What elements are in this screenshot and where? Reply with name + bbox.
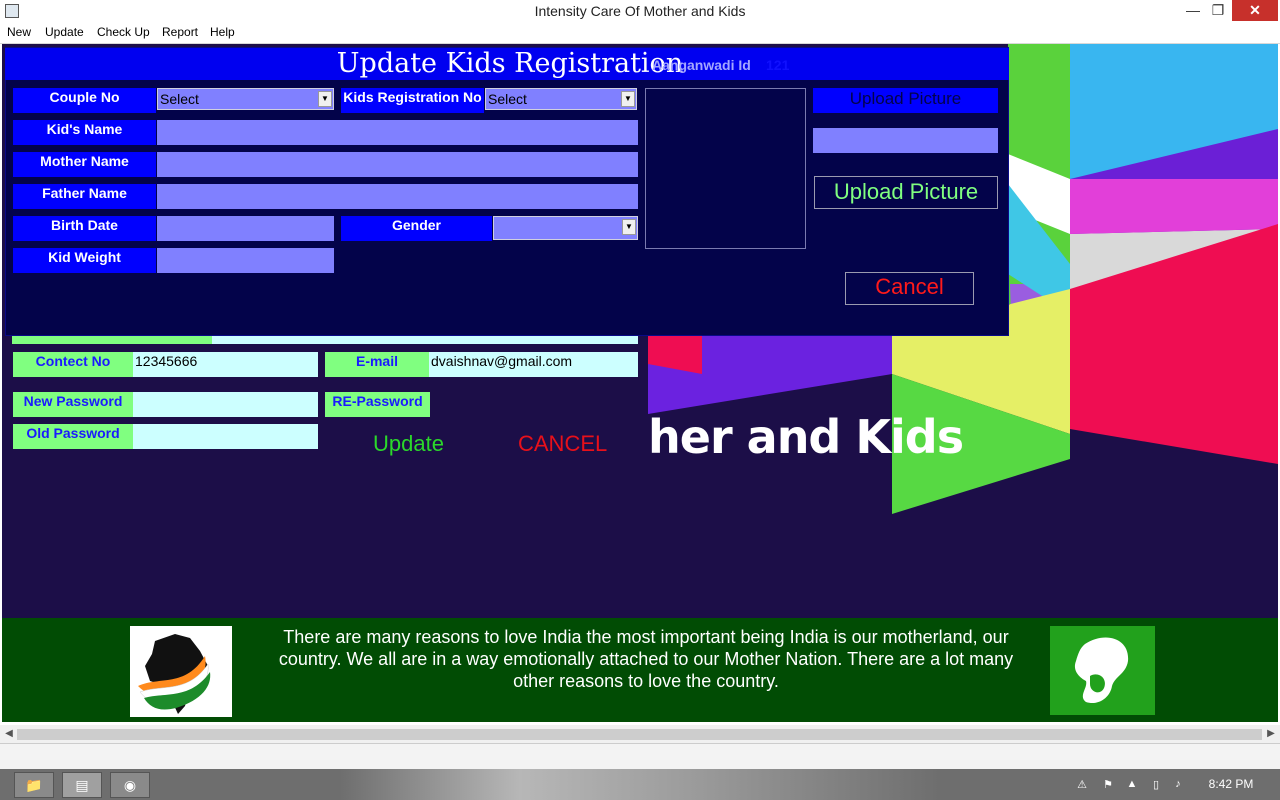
battery-icon[interactable]: ▯ — [1148, 778, 1164, 792]
couple-no-value: Select — [160, 91, 199, 107]
gender-dropdown[interactable]: ▼ — [493, 216, 638, 240]
mother-child-logo — [1050, 626, 1155, 715]
contact-no-field[interactable]: 12345666 — [133, 352, 318, 377]
update-button[interactable]: Update — [373, 431, 444, 457]
aanganwadi-id-value: 121 — [766, 57, 790, 73]
father-name-field[interactable] — [157, 184, 638, 209]
contact-no-label: Contect No — [13, 352, 133, 377]
menu-help[interactable]: Help — [210, 25, 235, 39]
upload-picture-button[interactable]: Upload Picture — [814, 176, 998, 209]
india-map-logo — [130, 626, 232, 717]
taskbar-wallpaper — [340, 769, 940, 800]
menu-check-up[interactable]: Check Up — [97, 25, 150, 39]
close-button[interactable]: ✕ — [1232, 0, 1278, 21]
bg-strip — [12, 336, 212, 344]
banner-title-partial: her and Kids — [648, 410, 964, 464]
scroll-right-icon[interactable]: ▶ — [1264, 726, 1278, 742]
picture-path-field[interactable] — [813, 128, 998, 153]
flag-icon[interactable]: ⚑ — [1100, 778, 1116, 792]
chevron-down-icon[interactable]: ▼ — [318, 91, 332, 107]
footer-text: There are many reasons to love India the… — [278, 627, 1014, 691]
file-explorer-icon[interactable]: 📁 — [14, 772, 54, 798]
kid-name-field[interactable] — [157, 120, 638, 145]
volume-icon[interactable]: ♪ — [1170, 778, 1186, 792]
birth-date-field[interactable] — [157, 216, 334, 241]
chevron-down-icon[interactable]: ▼ — [622, 219, 636, 235]
bg-strip-field — [212, 336, 638, 344]
menu-report[interactable]: Report — [162, 25, 198, 39]
mother-name-field[interactable] — [157, 152, 638, 177]
new-password-label: New Password — [13, 392, 133, 417]
couple-no-dropdown[interactable]: Select ▼ — [157, 88, 334, 110]
maximize-button[interactable]: ❐ — [1205, 0, 1231, 21]
kids-registration-dropdown[interactable]: Select ▼ — [485, 88, 637, 110]
birth-date-label: Birth Date — [13, 216, 156, 241]
scroll-left-icon[interactable]: ◀ — [2, 726, 16, 742]
menu-new[interactable]: New — [7, 25, 31, 39]
network-icon[interactable]: ⚠ — [1074, 778, 1090, 792]
browser-icon[interactable]: ◉ — [110, 772, 150, 798]
upload-picture-label: Upload Picture — [813, 88, 998, 113]
couple-no-label: Couple No — [13, 88, 156, 113]
email-field[interactable]: dvaishnav@gmail.com — [429, 352, 638, 377]
taskbar-clock[interactable]: 8:42 PM — [1196, 777, 1266, 791]
aanganwadi-id-label: Aanganwadi Id — [652, 57, 751, 73]
father-name-label: Father Name — [13, 184, 156, 209]
chevron-down-icon[interactable]: ▼ — [621, 91, 635, 107]
gender-label: Gender — [341, 216, 492, 241]
re-password-label: RE-Password — [325, 392, 430, 417]
picture-preview — [645, 88, 806, 249]
dialog-title: Update Kids Registration — [336, 48, 684, 79]
kid-weight-field[interactable] — [157, 248, 334, 273]
new-password-field[interactable] — [133, 392, 318, 417]
status-bar — [0, 743, 1280, 769]
window-title: Intensity Care Of Mother and Kids — [534, 3, 746, 19]
kids-registration-no-label: Kids Registration No — [341, 88, 484, 113]
old-password-label: Old Password — [13, 424, 133, 449]
scrollbar-thumb[interactable] — [17, 729, 1262, 740]
menu-bar: New Update Check Up Report Help — [0, 23, 1280, 44]
signal-icon[interactable]: ▲ — [1124, 778, 1140, 792]
kid-name-label: Kid's Name — [13, 120, 156, 145]
old-password-field[interactable] — [133, 424, 318, 449]
kid-weight-label: Kid Weight — [13, 248, 156, 273]
kids-registration-value: Select — [488, 91, 527, 107]
app-window-icon[interactable]: ▤ — [62, 772, 102, 798]
email-label: E-mail — [325, 352, 429, 377]
dialog-cancel-button[interactable]: Cancel — [845, 272, 974, 305]
mother-name-label: Mother Name — [13, 152, 156, 177]
menu-update[interactable]: Update — [45, 25, 84, 39]
minimize-button[interactable]: — — [1180, 0, 1206, 21]
bg-cancel-button[interactable]: CANCEL — [518, 431, 607, 457]
